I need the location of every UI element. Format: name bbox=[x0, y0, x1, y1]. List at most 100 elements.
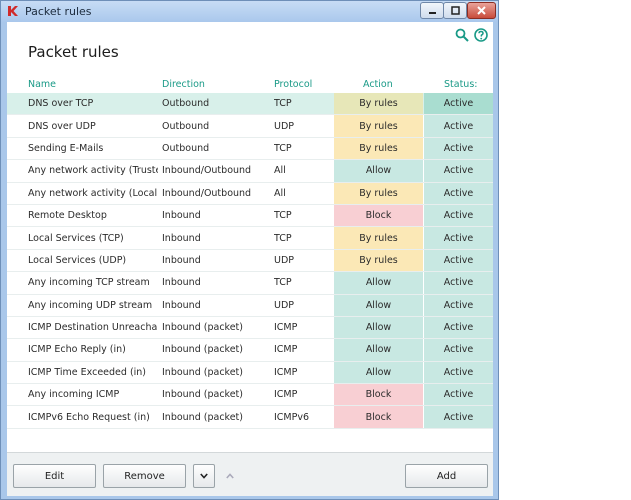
cell-action[interactable]: By rules bbox=[334, 137, 423, 160]
table-row[interactable]: Any network activity (Local ne… Inbound/O… bbox=[7, 182, 493, 205]
cell-status[interactable]: Active bbox=[424, 182, 493, 204]
cell-name: Any incoming TCP stream bbox=[28, 277, 150, 289]
table-row[interactable]: Any incoming TCP stream Inbound TCP Allow Ac… bbox=[7, 272, 493, 295]
chevron-down-icon bbox=[200, 473, 208, 479]
table-row[interactable]: ICMP Time Exceeded (in) Inbound (packet) I… bbox=[7, 361, 493, 385]
cell-direction: Inbound (packet) bbox=[162, 411, 243, 423]
table-row[interactable]: ICMP Echo Reply (in) Inbound (packet) ICMP… bbox=[7, 339, 493, 362]
remove-button[interactable]: Remove bbox=[103, 464, 186, 488]
cell-status[interactable]: Active bbox=[424, 384, 493, 406]
cell-status[interactable]: Active bbox=[424, 316, 493, 339]
cell-name: Remote Desktop bbox=[28, 210, 107, 222]
cell-action[interactable]: Allow bbox=[334, 339, 423, 361]
cell-status[interactable]: Active bbox=[424, 249, 493, 272]
dialog-content: Packet rules Name Direction Protocol Act… bbox=[7, 22, 493, 496]
table-row[interactable]: ICMPv6 Echo Request (in) Inbound (packet)… bbox=[7, 406, 493, 429]
cell-status[interactable]: Active bbox=[424, 115, 493, 137]
cell-protocol: All bbox=[274, 187, 286, 199]
cell-status[interactable]: Active bbox=[424, 160, 493, 182]
rules-table: Name Direction Protocol Action Status: D… bbox=[7, 78, 493, 429]
table-row[interactable]: DNS over TCP Outbound TCP By rules Active bbox=[7, 93, 493, 116]
cell-name: Any network activity (Trusted… bbox=[28, 165, 158, 177]
cell-name: Sending E-Mails bbox=[28, 142, 104, 154]
table-row[interactable]: Any incoming UDP stream Inbound UDP Allow Ac… bbox=[7, 294, 493, 317]
cell-name: ICMP Time Exceeded (in) bbox=[28, 366, 147, 378]
cell-protocol: ICMP bbox=[274, 344, 298, 356]
table-body: DNS over TCP Outbound TCP By rules Active DNS… bbox=[7, 93, 493, 429]
kaspersky-logo-icon bbox=[8, 6, 18, 16]
cell-direction: Inbound bbox=[162, 210, 201, 222]
cell-action[interactable]: By rules bbox=[334, 249, 423, 272]
cell-status[interactable]: Active bbox=[424, 361, 493, 384]
move-up-button[interactable] bbox=[219, 464, 241, 488]
table-row[interactable]: Local Services (UDP) Inbound UDP By rules Ac… bbox=[7, 249, 493, 273]
cell-protocol: TCP bbox=[274, 277, 292, 289]
table-row[interactable]: DNS over UDP Outbound UDP By rules Active bbox=[7, 115, 493, 138]
column-header-name[interactable]: Name bbox=[28, 79, 56, 90]
cell-name: Any incoming UDP stream bbox=[28, 299, 153, 311]
cell-action[interactable]: Allow bbox=[334, 316, 423, 339]
maximize-button[interactable] bbox=[443, 2, 467, 19]
table-row[interactable]: Sending E-Mails Outbound TCP By rules Active bbox=[7, 137, 493, 161]
cell-action[interactable]: Block bbox=[334, 384, 423, 406]
cell-direction: Inbound bbox=[162, 299, 201, 311]
help-icon[interactable] bbox=[474, 28, 488, 42]
cell-action[interactable]: By rules bbox=[334, 227, 423, 249]
table-row[interactable]: Remote Desktop Inbound TCP Block Active bbox=[7, 204, 493, 228]
move-down-button[interactable] bbox=[193, 464, 215, 488]
table-row[interactable]: Any incoming ICMP Inbound (packet) ICMP Blo… bbox=[7, 384, 493, 407]
cell-status[interactable]: Active bbox=[424, 137, 493, 160]
column-header-protocol[interactable]: Protocol bbox=[274, 79, 312, 90]
cell-status[interactable]: Active bbox=[424, 227, 493, 249]
cell-status[interactable]: Active bbox=[424, 294, 493, 316]
maximize-icon bbox=[450, 6, 460, 15]
cell-action[interactable]: Block bbox=[334, 204, 423, 227]
cell-protocol: ICMPv6 bbox=[274, 411, 310, 423]
cell-name: Local Services (TCP) bbox=[28, 232, 124, 244]
title-bar[interactable]: Packet rules bbox=[1, 1, 498, 22]
button-bar: Edit Remove Add bbox=[7, 452, 493, 496]
close-icon bbox=[477, 6, 486, 15]
cell-action[interactable]: By rules bbox=[334, 93, 423, 115]
cell-protocol: UDP bbox=[274, 120, 294, 132]
cell-protocol: UDP bbox=[274, 299, 294, 311]
cell-action[interactable]: Block bbox=[334, 406, 423, 428]
close-button[interactable] bbox=[467, 2, 496, 19]
cell-status[interactable]: Active bbox=[424, 93, 493, 115]
table-row[interactable]: ICMP Destination Unreachabl… Inbound (pac… bbox=[7, 316, 493, 340]
window-title: Packet rules bbox=[25, 5, 92, 18]
cell-action[interactable]: Allow bbox=[334, 272, 423, 294]
add-button[interactable]: Add bbox=[405, 464, 488, 488]
cell-protocol: ICMP bbox=[274, 389, 298, 401]
cell-name: Local Services (UDP) bbox=[28, 254, 127, 266]
cell-status[interactable]: Active bbox=[424, 204, 493, 227]
cell-direction: Inbound/Outbound bbox=[162, 165, 252, 177]
column-header-action[interactable]: Action bbox=[363, 79, 393, 90]
cell-direction: Outbound bbox=[162, 142, 210, 154]
cell-protocol: TCP bbox=[274, 232, 292, 244]
cell-direction: Inbound bbox=[162, 254, 201, 266]
search-icon[interactable] bbox=[455, 28, 469, 42]
cell-direction: Outbound bbox=[162, 120, 210, 132]
cell-protocol: All bbox=[274, 165, 286, 177]
minimize-button[interactable] bbox=[420, 2, 444, 19]
cell-action[interactable]: By rules bbox=[334, 182, 423, 204]
column-header-status[interactable]: Status: bbox=[444, 79, 477, 90]
edit-button[interactable]: Edit bbox=[13, 464, 96, 488]
cell-protocol: UDP bbox=[274, 254, 294, 266]
cell-action[interactable]: By rules bbox=[334, 115, 423, 137]
minimize-icon bbox=[428, 12, 436, 14]
cell-action[interactable]: Allow bbox=[334, 160, 423, 182]
cell-status[interactable]: Active bbox=[424, 272, 493, 294]
cell-status[interactable]: Active bbox=[424, 339, 493, 361]
page-title: Packet rules bbox=[28, 43, 119, 61]
column-header-direction[interactable]: Direction bbox=[162, 79, 205, 90]
table-row[interactable]: Any network activity (Trusted… Inbound/Ou… bbox=[7, 160, 493, 183]
cell-action[interactable]: Allow bbox=[334, 361, 423, 384]
cell-status[interactable]: Active bbox=[424, 406, 493, 428]
cell-name: DNS over TCP bbox=[28, 98, 94, 110]
cell-action[interactable]: Allow bbox=[334, 294, 423, 316]
table-row[interactable]: Local Services (TCP) Inbound TCP By rules Ac… bbox=[7, 227, 493, 250]
cell-name: Any network activity (Local ne… bbox=[28, 187, 158, 199]
table-header: Name Direction Protocol Action Status: bbox=[7, 78, 493, 93]
